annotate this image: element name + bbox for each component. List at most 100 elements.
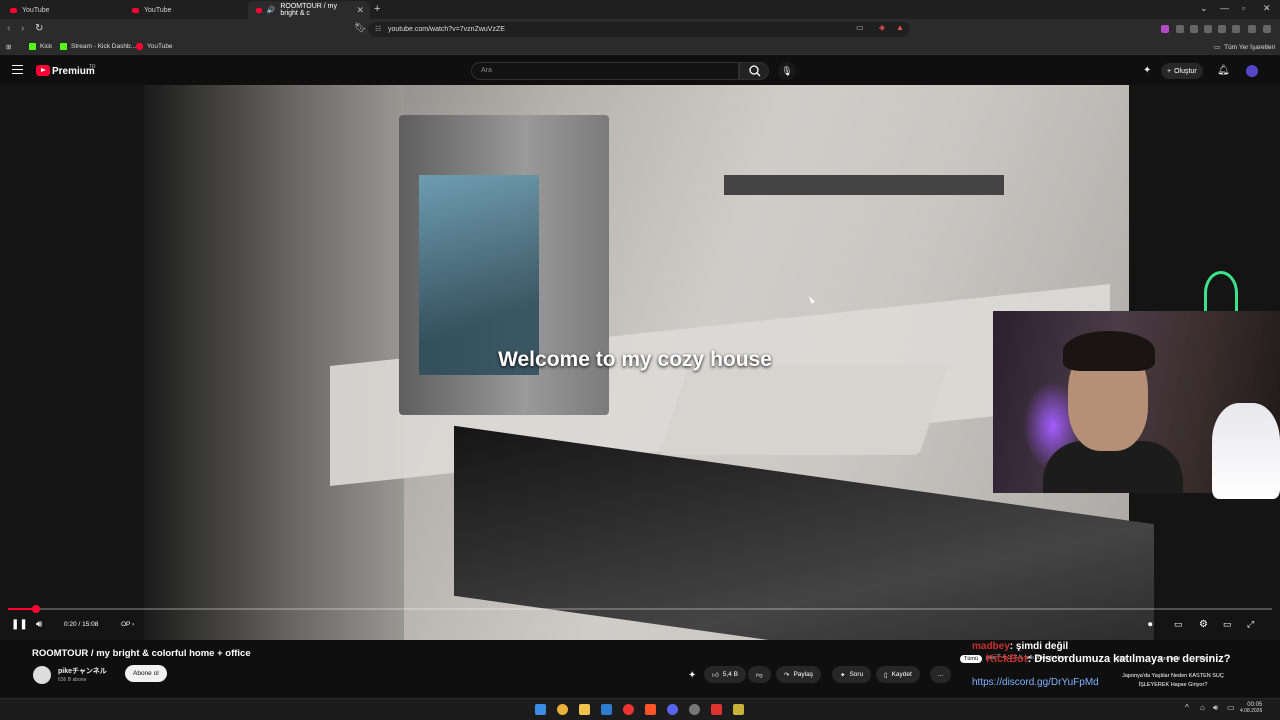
share-button[interactable]: ↷ Paylaş <box>776 666 821 683</box>
theater-mode-icon[interactable]: ▭ <box>1223 619 1232 630</box>
reload-icon[interactable]: ↻ <box>35 23 43 34</box>
obs-icon[interactable] <box>689 704 700 715</box>
voice-search-button[interactable]: 🎙︎ <box>778 62 796 80</box>
chat-message: madbey: şimdi değil <box>972 641 1069 652</box>
browser-tab[interactable]: YouTube <box>2 1 124 19</box>
progress-bar[interactable] <box>8 605 1272 613</box>
file-explorer-icon[interactable] <box>579 704 590 715</box>
tab-search-icon[interactable]: ⌄ <box>1200 3 1208 14</box>
volume-icon[interactable]: 🔊︎ <box>36 619 42 630</box>
video-title: ROOMTOUR / my bright & colorful home + o… <box>32 648 251 659</box>
all-bookmarks[interactable]: ▭ Tüm Yer İşaretleri <box>1214 43 1275 52</box>
tab-title: YouTube <box>22 6 50 14</box>
anime-character-image <box>1212 403 1280 499</box>
minimize-icon[interactable]: — <box>1220 3 1229 13</box>
brave-icon[interactable] <box>645 704 656 715</box>
browser-tab[interactable]: YouTube <box>124 1 246 19</box>
address-row: ‹ › ↻ 🔖︎ ☷ youtube.com/watch?v=7vznZwuVz… <box>0 19 1280 40</box>
bookmark-icon[interactable]: 🔖︎ <box>354 23 367 34</box>
close-tab-icon[interactable]: ✕ <box>356 5 364 16</box>
recommended-video-title[interactable]: Japonya'da Yaşlılar Neden KASTEN SUÇ İŞL… <box>1118 672 1228 690</box>
chapter-button[interactable]: OP › <box>121 621 134 628</box>
chip-related[interactable]: İlgili <box>1118 654 1127 665</box>
speaker-icon: 🔊 <box>266 7 276 14</box>
windows-start-icon[interactable] <box>535 704 546 715</box>
sidebar-icon[interactable] <box>1204 25 1212 33</box>
volume-tray-icon[interactable]: 🔊︎ <box>1213 703 1218 713</box>
chip-recent[interactable]: Son y <box>1198 654 1212 665</box>
settings-gear-icon[interactable]: ⚙ <box>1199 619 1208 630</box>
youtube-logo-icon[interactable] <box>36 65 50 76</box>
brave-shield-icon[interactable]: ◈ <box>879 23 885 32</box>
music-icon[interactable] <box>1190 25 1198 33</box>
network-icon[interactable]: ⌂ <box>1200 703 1205 712</box>
ask-button[interactable]: ✦ Soru <box>832 666 872 683</box>
stream-chat-overlay: madbey: şimdi değil Tümü pikeチャンネル adlı … <box>958 640 1280 694</box>
like-button[interactable]: 👍︎ 5,4 B <box>704 666 746 683</box>
player-controls: ❚❚ 🔊︎ 0:20 / 15:08 OP › ⏺ ▭ ⚙ ▭ ⤢ <box>0 615 1280 637</box>
channel-avatar[interactable] <box>33 666 51 684</box>
bookmark-stream-dashboard[interactable]: Stream - Kick Dashb... <box>60 43 136 50</box>
extensions-icon[interactable] <box>1232 25 1240 33</box>
autoplay-toggle-icon[interactable]: ⏺ <box>1148 619 1153 630</box>
address-bar[interactable]: ☷ youtube.com/watch?v=7vznZwuVzZE <box>368 22 910 37</box>
opera-icon[interactable] <box>623 704 634 715</box>
chip-for-you[interactable]: Size özel <box>1158 654 1180 665</box>
ai-sparkle-icon[interactable]: ✦ <box>1143 65 1151 76</box>
youtube-favicon-icon <box>10 7 17 13</box>
tray-overflow-icon[interactable]: ^ <box>1185 703 1189 712</box>
extension-icon[interactable] <box>1161 25 1169 33</box>
pause-icon[interactable]: ❚❚ <box>11 619 28 630</box>
subtitles-icon[interactable]: ▭ <box>1174 619 1183 630</box>
maximize-icon[interactable]: ▫ <box>1242 3 1245 13</box>
scrubber-handle[interactable] <box>31 605 40 613</box>
menu-icon[interactable] <box>1263 25 1271 33</box>
site-info-icon[interactable]: ☷ <box>375 25 381 33</box>
thumbs-up-icon: 👍︎ <box>712 671 719 679</box>
telegram-icon[interactable] <box>601 704 612 715</box>
notifications-bell-icon[interactable]: 🔔︎ <box>1217 65 1230 76</box>
rewards-icon[interactable]: ▲ <box>896 23 904 32</box>
battery-icon[interactable]: ▭ <box>1227 703 1235 712</box>
chrome-icon[interactable] <box>557 704 568 715</box>
video-player[interactable]: Welcome to my cozy house ❚❚ 🔊︎ 0:20 / 15… <box>0 85 1280 640</box>
app-icon[interactable] <box>733 704 744 715</box>
chat-message: KickBot: Discordumuza katılmaya ne dersi… <box>986 653 1231 665</box>
subscribe-button[interactable]: Abone ol <box>125 665 167 682</box>
apps-icon[interactable]: ⊞ <box>6 43 11 51</box>
ai-sparkle-icon[interactable]: ✦ <box>688 670 696 681</box>
channel-name[interactable]: pikeチャンネル <box>58 666 107 676</box>
back-icon[interactable]: ‹ <box>7 23 10 34</box>
bookmark-youtube[interactable]: YouTube <box>136 43 173 50</box>
fullscreen-icon[interactable]: ⤢ <box>1247 619 1254 630</box>
browser-tab-active[interactable]: 🔊 ROOMTOUR / my bright & c ✕ <box>248 1 370 19</box>
close-window-icon[interactable]: ✕ <box>1263 3 1271 14</box>
youtube-header: Premium TR Ara 🎙︎ ✦ + Oluştur 🔔︎ <box>0 57 1280 85</box>
sparkle-icon: ✦ <box>840 671 846 679</box>
clock[interactable]: 00:05 4.08.2026 <box>1240 702 1262 714</box>
extension-icon[interactable] <box>1176 25 1184 33</box>
microphone-icon: 🎙︎ <box>781 66 793 76</box>
search-input[interactable]: Ara <box>471 62 739 80</box>
bookmark-kick[interactable]: Kick <box>29 43 52 50</box>
discord-icon[interactable] <box>667 704 678 715</box>
search-button[interactable] <box>739 62 769 80</box>
browser-tab-strip: YouTube YouTube 🔊 ROOMTOUR / my bright &… <box>0 0 1280 19</box>
app-icon[interactable] <box>711 704 722 715</box>
vpn-icon[interactable] <box>1248 25 1256 33</box>
avatar[interactable] <box>1246 65 1258 77</box>
wallet-icon[interactable] <box>1218 25 1226 33</box>
forward-icon[interactable]: › <box>21 23 24 34</box>
create-button[interactable]: + Oluştur <box>1161 63 1203 79</box>
save-button[interactable]: ▯ Kaydet <box>876 666 920 683</box>
hamburger-menu-icon[interactable] <box>12 65 23 74</box>
dislike-button[interactable]: 👎︎ <box>748 666 771 683</box>
new-tab-button[interactable]: + <box>374 3 380 15</box>
chat-link[interactable]: https://discord.gg/DrYuFpMd <box>972 677 1099 688</box>
cast-icon[interactable]: ▭ <box>856 23 864 32</box>
kick-icon <box>29 43 36 50</box>
more-actions-button[interactable]: ... <box>930 666 952 683</box>
url-text: youtube.com/watch?v=7vznZwuVzZE <box>388 26 505 33</box>
chip-all[interactable]: Tümü <box>960 655 983 663</box>
tab-title: YouTube <box>144 6 172 14</box>
